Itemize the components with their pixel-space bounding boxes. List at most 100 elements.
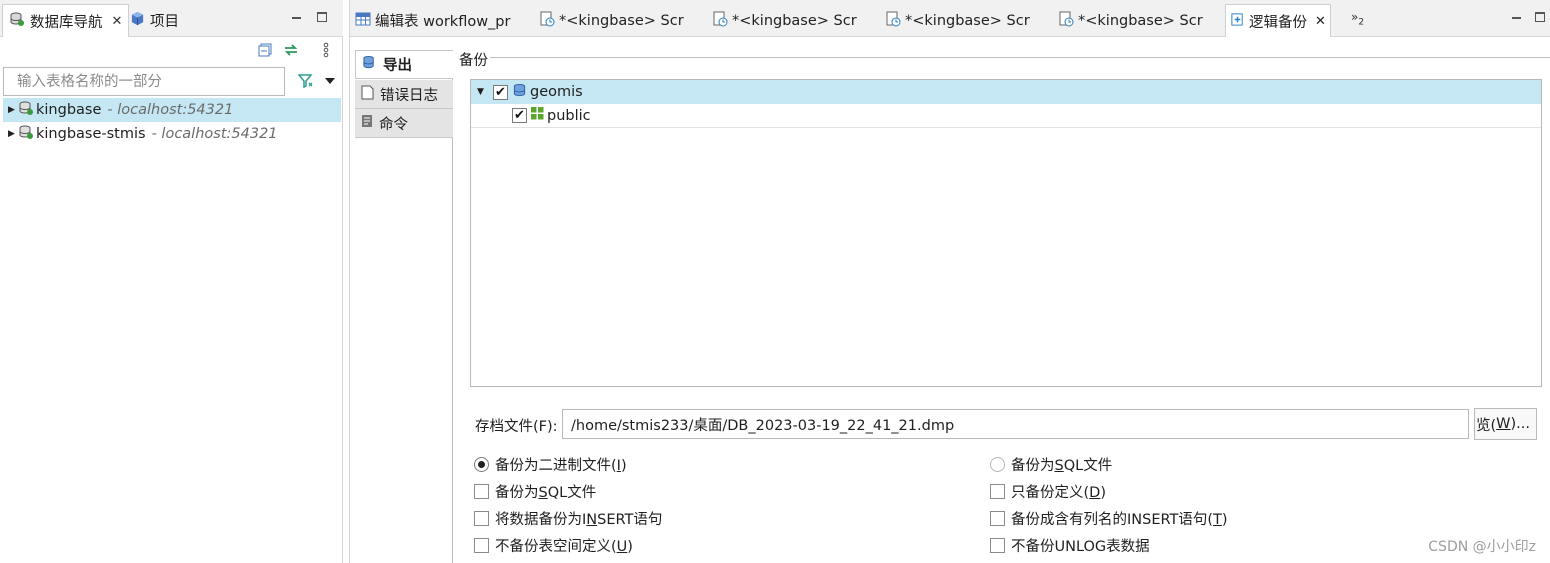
option-label: 备份为SQL文件 bbox=[1011, 458, 1113, 474]
option-backup-sql-radio[interactable]: 备份为SQL文件 bbox=[990, 454, 1112, 475]
side-tab-error-log[interactable]: 错误日志 bbox=[355, 80, 453, 109]
maximize-icon[interactable] bbox=[1532, 9, 1548, 25]
tab-projects[interactable]: 项目 bbox=[124, 4, 185, 37]
table-icon bbox=[355, 12, 371, 30]
database-icon bbox=[512, 83, 527, 102]
maximize-icon[interactable] bbox=[314, 9, 330, 25]
watermark: CSDN @小小印z bbox=[1428, 539, 1536, 555]
browse-button[interactable]: 览(W)... bbox=[1474, 408, 1537, 440]
sql-script-icon bbox=[885, 11, 901, 31]
more-tabs-button[interactable]: »2 bbox=[1351, 10, 1364, 27]
option-label: 备份成含有列名的INSERT语句(T) bbox=[1011, 512, 1228, 528]
collapse-all-icon[interactable] bbox=[257, 42, 273, 58]
tab-edit-table[interactable]: 编辑表 workflow_pr bbox=[351, 4, 514, 37]
option-label: 备份为SQL文件 bbox=[495, 485, 597, 501]
close-icon[interactable]: ✕ bbox=[1315, 14, 1326, 29]
connection-name: kingbase-stmis bbox=[36, 126, 146, 142]
option-backup-sql-checkbox[interactable]: 备份为SQL文件 bbox=[474, 481, 596, 502]
checkbox-definitions[interactable] bbox=[990, 484, 1005, 499]
close-icon[interactable]: ✕ bbox=[112, 14, 123, 29]
sql-script-icon bbox=[539, 11, 555, 31]
checkbox-insert[interactable] bbox=[474, 511, 489, 526]
document-icon bbox=[361, 85, 374, 104]
tab-database-navigator[interactable]: 数据库导航 ✕ bbox=[2, 4, 130, 37]
side-tab-label: 导出 bbox=[383, 58, 412, 74]
schema-icon bbox=[531, 107, 544, 124]
tab-sql-script-4[interactable]: *<kingbase> Scr bbox=[1054, 4, 1207, 37]
checkbox-no-unlog[interactable] bbox=[990, 538, 1005, 553]
database-checkbox[interactable]: ✔ bbox=[493, 84, 508, 100]
connection-kingbase[interactable]: ▶ kingbase - localhost:54321 bbox=[3, 98, 341, 122]
left-tab-bar: 数据库导航 ✕ 项目 bbox=[0, 0, 343, 37]
schema-name: public bbox=[547, 107, 591, 124]
tab-logical-backup[interactable]: 逻辑备份 ✕ bbox=[1225, 4, 1331, 37]
editor-tab-bar: 编辑表 workflow_pr *<kingbase> Scr *<kingba… bbox=[350, 0, 1550, 37]
option-insert-with-columns[interactable]: 备份成含有列名的INSERT语句(T) bbox=[990, 508, 1228, 529]
option-label: 将数据备份为INSERT语句 bbox=[495, 512, 663, 528]
table-filter-input[interactable] bbox=[3, 67, 285, 96]
expand-arrow-icon[interactable]: ▶ bbox=[8, 105, 18, 115]
sql-script-icon bbox=[712, 11, 728, 31]
checkbox-insert-columns[interactable] bbox=[990, 511, 1005, 526]
tab-sql-script-3[interactable]: *<kingbase> Scr bbox=[881, 4, 1034, 37]
minimize-icon[interactable] bbox=[288, 9, 304, 25]
view-menu-icon[interactable] bbox=[318, 42, 334, 58]
archive-file-input[interactable] bbox=[562, 409, 1469, 439]
side-tab-command[interactable]: 命令 bbox=[355, 109, 453, 138]
tab-label: *<kingbase> Scr bbox=[905, 12, 1030, 29]
database-navigator-icon bbox=[9, 11, 25, 31]
expand-arrow-icon[interactable]: ▶ bbox=[8, 129, 18, 139]
collapse-arrow-icon[interactable]: ▼ bbox=[477, 87, 487, 97]
chevron-down-icon[interactable] bbox=[322, 73, 338, 89]
connection-host: - localhost:54321 bbox=[107, 102, 234, 118]
checkbox-sql[interactable] bbox=[474, 484, 489, 499]
option-label: 不备份UNLOG表数据 bbox=[1011, 539, 1150, 555]
tab-sql-script-1[interactable]: *<kingbase> Scr bbox=[535, 4, 688, 37]
tab-label: *<kingbase> Scr bbox=[559, 12, 684, 29]
cube-icon bbox=[130, 11, 145, 30]
database-connection-icon bbox=[18, 124, 34, 144]
side-tab-strip: 导出 错误日志 命令 bbox=[355, 50, 453, 563]
option-label: 不备份表空间定义(U) bbox=[495, 539, 633, 555]
browse-label-post: )... bbox=[1510, 416, 1530, 432]
browse-mnemonic: W bbox=[1496, 416, 1511, 432]
archive-file-label: 存档文件(F): bbox=[475, 419, 558, 435]
option-label: 备份为二进制文件(I) bbox=[495, 458, 627, 474]
option-label: 只备份定义(D) bbox=[1011, 485, 1107, 501]
tab-label: 逻辑备份 bbox=[1249, 14, 1307, 31]
option-no-unlog[interactable]: 不备份UNLOG表数据 bbox=[990, 535, 1150, 556]
side-tab-label: 命令 bbox=[379, 116, 408, 133]
tab-label: 编辑表 workflow_pr bbox=[375, 14, 511, 30]
tab-sql-script-2[interactable]: *<kingbase> Scr bbox=[708, 4, 861, 37]
backup-icon bbox=[1230, 12, 1245, 31]
sql-script-icon bbox=[1058, 11, 1074, 31]
backup-group-label: 备份 bbox=[459, 53, 488, 69]
filter-icon[interactable] bbox=[298, 73, 314, 89]
minimize-icon[interactable] bbox=[1508, 9, 1524, 25]
link-editor-icon[interactable] bbox=[283, 42, 299, 58]
editor-area: 编辑表 workflow_pr *<kingbase> Scr *<kingba… bbox=[349, 0, 1550, 563]
checkbox-no-tablespace[interactable] bbox=[474, 538, 489, 553]
connection-host: - localhost:54321 bbox=[151, 126, 278, 142]
tab-label: *<kingbase> Scr bbox=[1078, 12, 1203, 29]
radio-sql[interactable] bbox=[990, 457, 1005, 472]
tab-label: 数据库导航 bbox=[30, 14, 103, 31]
connection-name: kingbase bbox=[36, 102, 102, 118]
side-tab-export[interactable]: 导出 bbox=[355, 50, 453, 79]
command-icon bbox=[361, 114, 373, 132]
database-export-icon bbox=[362, 55, 377, 74]
tree-node-schema[interactable]: ✔ public bbox=[471, 104, 1541, 128]
option-definitions-only[interactable]: 只备份定义(D) bbox=[990, 481, 1106, 502]
schema-tree[interactable]: ▼ ✔ geomis ✔ public bbox=[470, 79, 1542, 387]
database-connection-icon bbox=[18, 100, 34, 120]
tree-node-database[interactable]: ▼ ✔ geomis bbox=[471, 80, 1541, 104]
option-no-tablespace[interactable]: 不备份表空间定义(U) bbox=[474, 535, 633, 556]
connection-kingbase-stmis[interactable]: ▶ kingbase-stmis - localhost:54321 bbox=[3, 122, 341, 146]
tab-label: 项目 bbox=[150, 14, 179, 30]
option-backup-binary[interactable]: 备份为二进制文件(I) bbox=[474, 454, 627, 475]
side-tab-label: 错误日志 bbox=[380, 87, 438, 104]
radio-binary[interactable] bbox=[474, 457, 489, 472]
schema-checkbox[interactable]: ✔ bbox=[512, 108, 527, 123]
more-tabs-count: 2 bbox=[1358, 17, 1365, 28]
option-insert-statements[interactable]: 将数据备份为INSERT语句 bbox=[474, 508, 662, 529]
